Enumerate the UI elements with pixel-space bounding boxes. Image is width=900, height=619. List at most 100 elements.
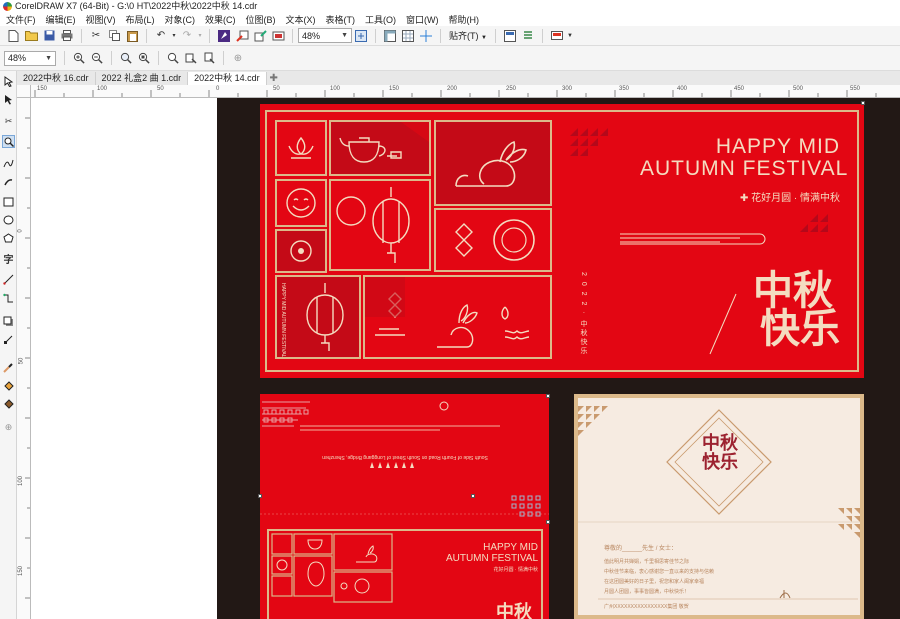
tab-2022-lihe2[interactable]: 2022 礼盒2 曲 1.cdr — [96, 72, 189, 85]
zoom-to-all-objects-icon[interactable] — [135, 50, 153, 66]
toolbar-separator — [440, 28, 441, 43]
menu-window[interactable]: 窗口(W) — [400, 13, 443, 26]
welcome-screen-icon[interactable] — [548, 28, 566, 44]
rabbit-cell — [434, 120, 552, 206]
show-rulers-icon[interactable] — [381, 28, 399, 44]
card2-title-line-2: AUTUMN FESTIVAL — [445, 553, 538, 564]
publish-pdf-icon[interactable] — [269, 28, 287, 44]
card2-decor — [260, 401, 549, 619]
transparency-tool-icon[interactable] — [2, 333, 15, 346]
show-grid-icon[interactable] — [399, 28, 417, 44]
shape-tool-icon[interactable] — [2, 93, 15, 106]
tab-2022-zhongqiu-14[interactable]: 2022中秋 14.cdr — [188, 72, 267, 85]
vertical-ruler[interactable]: 0 50 100 150 — [17, 98, 31, 619]
zoom-to-page-height-icon[interactable] — [200, 50, 218, 66]
chevron-down-icon[interactable]: ▼ — [566, 28, 574, 44]
rabbit2-cell — [363, 275, 552, 359]
freehand-tool-icon[interactable] — [2, 157, 15, 170]
toolbar-separator — [375, 28, 376, 43]
menu-bitmaps[interactable]: 位图(B) — [240, 13, 280, 26]
mid-autumn-card-inside[interactable]: South Side of Fourth Road on South Stree… — [260, 394, 549, 619]
zoom-levels-combo[interactable]: 48% ▼ — [4, 50, 56, 66]
export-icon[interactable] — [251, 28, 269, 44]
zoom-to-selected-icon[interactable] — [117, 50, 135, 66]
body-line: 中秋佳节来临，衷心感谢您一直以来的支持与信赖 — [604, 569, 715, 575]
undo-icon[interactable]: ↶ — [152, 28, 170, 44]
crop-tool-icon[interactable]: ✂ — [2, 115, 15, 128]
new-tab-icon[interactable]: ✚ — [267, 72, 281, 85]
zhongqiu-text: 中秋 — [753, 269, 833, 313]
import-icon[interactable] — [233, 28, 251, 44]
add-icon[interactable]: ⊕ — [229, 50, 247, 66]
print-icon[interactable] — [58, 28, 76, 44]
tab-2022-zhongqiu-16[interactable]: 2022中秋 16.cdr — [17, 72, 96, 85]
menu-view[interactable]: 视图(V) — [80, 13, 120, 26]
horizontal-ruler[interactable]: 150 100 50 0 50 100 150 200 250 300 350 … — [17, 85, 900, 98]
menu-object[interactable]: 对象(C) — [159, 13, 200, 26]
save-icon[interactable] — [40, 28, 58, 44]
zoom-level-value: 48% — [302, 30, 321, 41]
quick-customize-icon[interactable]: ⊕ — [2, 421, 15, 434]
dark-background-rectangle[interactable]: HAPPY MID AUTUMN FESTIVAL HAPPY MID AUTU… — [217, 98, 900, 619]
selection-handle[interactable] — [546, 394, 550, 398]
drawing-canvas[interactable]: HAPPY MID AUTUMN FESTIVAL HAPPY MID AUTU… — [31, 98, 900, 619]
cut-icon[interactable]: ✂ — [87, 28, 105, 44]
menu-tools[interactable]: 工具(O) — [359, 13, 400, 26]
interactive-fill-tool-icon[interactable] — [2, 379, 15, 392]
new-document-icon[interactable] — [4, 28, 22, 44]
chevron-down-icon: ▼ — [45, 54, 52, 62]
ellipse-tool-icon[interactable] — [2, 213, 15, 226]
menu-edit[interactable]: 编辑(E) — [40, 13, 80, 26]
zoom-out-icon[interactable] — [88, 50, 106, 66]
zoom-to-page-icon[interactable] — [164, 50, 182, 66]
snap-to-dropdown[interactable]: 贴齐(T) ▼ — [446, 29, 490, 42]
undo-dropdown-icon[interactable]: ▾ — [170, 28, 178, 44]
full-screen-preview-icon[interactable] — [352, 28, 370, 44]
application-launcher-icon[interactable] — [519, 28, 537, 44]
menu-text[interactable]: 文本(X) — [280, 13, 320, 26]
menu-file[interactable]: 文件(F) — [0, 13, 40, 26]
greeting-text: 尊敬的______先生 / 女士： — [604, 546, 678, 552]
body-line: 值此明月共婵娟，千里相思寄佳节之际 — [604, 559, 690, 565]
toolbar-separator — [158, 51, 159, 65]
greeting-letter-card[interactable]: 中秋 快乐 尊敬的______先生 / 女士： 值此明月共婵娟，千里相思寄佳节之… — [574, 394, 864, 619]
zoom-level-combo[interactable]: 48% ▼ — [298, 28, 352, 43]
coreldraw-logo-icon — [3, 1, 12, 11]
ruler-v-ticks — [25, 117, 30, 599]
smart-fill-icon[interactable] — [2, 397, 15, 410]
copy-icon[interactable] — [105, 28, 123, 44]
selection-handle[interactable] — [546, 520, 550, 524]
zoom-in-icon[interactable] — [70, 50, 88, 66]
polygon-tool-icon[interactable] — [2, 231, 15, 244]
parallel-dimension-tool-icon[interactable] — [2, 273, 15, 286]
selection-handle[interactable] — [258, 494, 262, 498]
mid-autumn-card-front[interactable]: HAPPY MID AUTUMN FESTIVAL HAPPY MID AUTU… — [260, 104, 864, 378]
toolbar-separator — [494, 28, 496, 43]
menu-effects[interactable]: 效果(C) — [199, 13, 240, 26]
text-tool-icon[interactable]: 字 — [2, 252, 15, 266]
zoom-to-page-width-icon[interactable] — [182, 50, 200, 66]
menu-help[interactable]: 帮助(H) — [443, 13, 484, 26]
drop-shadow-tool-icon[interactable] — [2, 315, 15, 328]
zoom-tool-icon[interactable] — [2, 135, 15, 148]
smart-fill-tool-icon[interactable] — [2, 176, 15, 189]
selection-handle[interactable] — [861, 101, 865, 105]
property-bar: 48% ▼ ⊕ — [0, 46, 900, 71]
open-folder-icon[interactable] — [22, 28, 40, 44]
show-guidelines-icon[interactable] — [417, 28, 435, 44]
options-icon[interactable] — [501, 28, 519, 44]
toolbar-separator — [209, 28, 210, 43]
paste-icon[interactable] — [123, 28, 141, 44]
connector-tool-icon[interactable] — [2, 292, 15, 305]
menu-layout[interactable]: 布局(L) — [120, 13, 159, 26]
rectangle-tool-icon[interactable] — [2, 195, 15, 208]
color-eyedropper-tool-icon[interactable] — [2, 361, 15, 374]
window-title: CorelDRAW X7 (64-Bit) - G:\0 HT\2022中秋\2… — [15, 1, 258, 11]
selection-handle[interactable] — [471, 494, 475, 498]
redo-dropdown-icon[interactable]: ▾ — [196, 28, 204, 44]
redo-icon[interactable]: ↷ — [178, 28, 196, 44]
menu-table[interactable]: 表格(T) — [320, 13, 360, 26]
side-vertical-text: HAPPY MID AUTUMN FESTIVAL — [280, 283, 286, 358]
pick-tool-icon[interactable] — [2, 75, 15, 88]
search-content-icon[interactable] — [215, 28, 233, 44]
